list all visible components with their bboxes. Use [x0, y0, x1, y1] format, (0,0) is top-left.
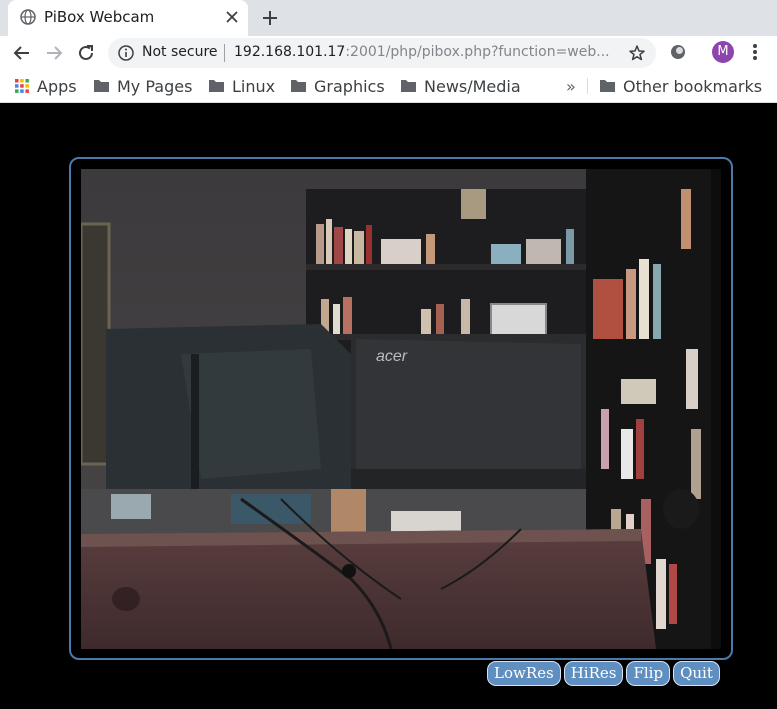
bookmark-my-pages[interactable]: My Pages: [93, 76, 192, 96]
bookmark-star-icon[interactable]: [628, 44, 646, 62]
bookmark-label: Other bookmarks: [623, 76, 763, 96]
bookmark-label: My Pages: [117, 76, 193, 96]
bookmark-linux[interactable]: Linux: [208, 76, 275, 96]
tab-pibox-webcam[interactable]: PiBox Webcam: [8, 0, 248, 36]
url-host: 192.168.101.17: [234, 44, 346, 60]
bookmark-label: News/Media: [424, 76, 521, 96]
folder-icon: [401, 80, 416, 92]
close-icon[interactable]: [223, 8, 241, 26]
info-icon[interactable]: [118, 45, 134, 61]
lowres-button[interactable]: LowRes: [487, 661, 561, 686]
folder-icon: [291, 80, 306, 92]
webcam-scene: acer: [81, 169, 721, 649]
folder-icon: [94, 80, 109, 92]
globe-icon: [20, 9, 36, 25]
omnibox-divider: [224, 44, 225, 62]
bookmarks-overflow-button[interactable]: »: [566, 77, 576, 96]
new-tab-icon[interactable]: [259, 7, 281, 29]
extension-icon[interactable]: [669, 43, 687, 61]
flip-button[interactable]: Flip: [626, 661, 671, 686]
tab-strip: PiBox Webcam: [0, 0, 777, 36]
profile-avatar[interactable]: M: [712, 41, 734, 63]
address-bar[interactable]: Not secure 192.168.101.17:2001/php/pibox…: [108, 38, 656, 68]
folder-icon: [600, 80, 615, 92]
bookmark-label: Graphics: [314, 76, 385, 96]
bookmark-label: Linux: [232, 76, 276, 96]
browser-toolbar: Not secure 192.168.101.17:2001/php/pibox…: [0, 36, 777, 69]
webcam-frame: acer: [69, 157, 733, 660]
bookmark-graphics[interactable]: Graphics: [290, 76, 385, 96]
url-text[interactable]: 192.168.101.17:2001/php/pibox.php?functi…: [234, 44, 614, 60]
security-label: Not secure: [142, 44, 218, 60]
svg-text:acer: acer: [376, 348, 408, 365]
bookmarks-divider: [587, 78, 588, 94]
back-arrow-icon[interactable]: [11, 42, 33, 64]
bookmark-apps[interactable]: Apps: [14, 76, 77, 96]
quit-button[interactable]: Quit: [673, 661, 720, 686]
reload-icon[interactable]: [75, 42, 97, 64]
forward-arrow-icon[interactable]: [43, 42, 65, 64]
tab-title: PiBox Webcam: [44, 8, 155, 26]
kebab-menu-icon[interactable]: [746, 41, 764, 63]
bookmark-label: Apps: [37, 76, 77, 96]
bookmark-news-media[interactable]: News/Media: [400, 76, 521, 96]
bookmarks-bar: Apps My Pages Linux Graphics News/Media …: [0, 69, 777, 103]
hires-button[interactable]: HiRes: [563, 661, 624, 686]
apps-grid-icon: [15, 79, 29, 93]
folder-icon: [209, 80, 224, 92]
webcam-controls: LowRes HiRes Flip Quit: [487, 661, 720, 687]
url-path: :2001/php/pibox.php?function=web...: [345, 44, 610, 60]
webcam-image: acer: [81, 169, 721, 649]
page-viewport: acer LowRes HiRes Flip Quit: [0, 104, 777, 709]
bookmark-other[interactable]: Other bookmarks: [599, 76, 762, 96]
